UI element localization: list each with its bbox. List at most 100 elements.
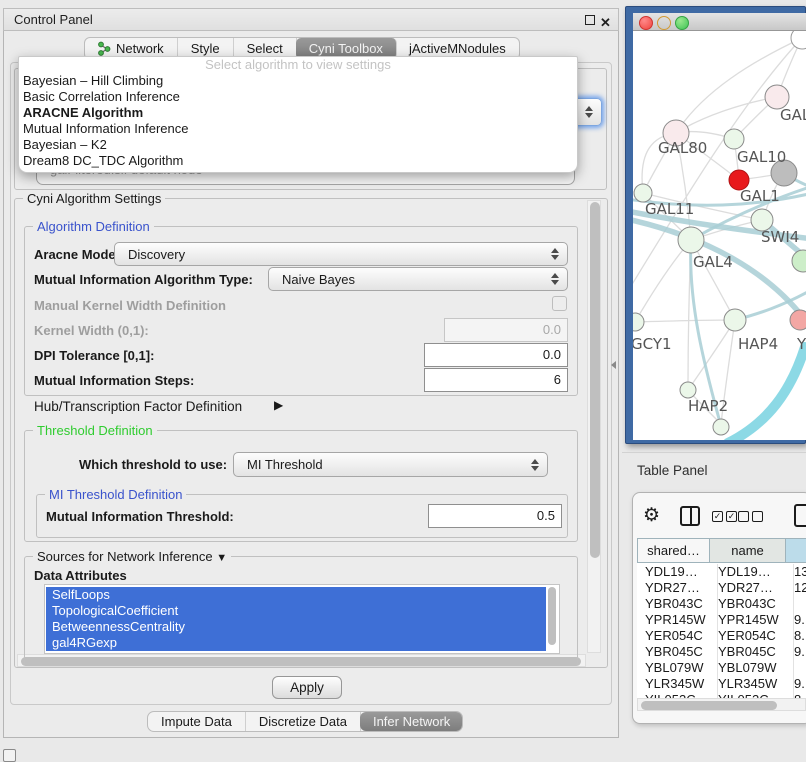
gear-icon[interactable]: ⚙ [643,504,660,527]
list-item-topologicalcoefficient[interactable]: TopologicalCoefficient [46,603,546,619]
mi-steps-field[interactable]: 6 [424,368,568,392]
aracne-mode-combobox[interactable]: Discovery [114,242,568,266]
tab-infer-network[interactable]: Infer Network [360,712,463,731]
hub-expand-icon[interactable]: ▶ [274,398,283,412]
dropdown-item-bayesian-k2[interactable]: Bayesian – K2 [19,137,577,153]
node-hap2[interactable] [680,382,696,398]
node-label-gal11: GAL11 [645,200,694,218]
kernel-width-field[interactable]: 0.0 [444,318,568,342]
table-panel-title: Table Panel [637,463,708,478]
node-top-partial[interactable] [791,31,806,49]
cell-name: YDL19… [710,564,794,580]
bottom-tabs: Impute Data Discretize Data Infer Networ… [147,711,463,732]
dropdown-item-aracne[interactable]: ARACNE Algorithm [19,105,577,121]
tab-discretize-data[interactable]: Discretize Data [246,712,361,731]
settings-vertical-scrollbar-thumb[interactable] [590,202,600,558]
table-row[interactable]: YBR043C YBR043C [637,596,806,612]
list-scrollbar-thumb[interactable] [548,587,556,645]
dropdown-item-mutual-information[interactable]: Mutual Information Inference [19,121,577,137]
apply-button[interactable]: Apply [272,676,342,699]
mi-algorithm-type-combobox[interactable]: Naive Bayes [268,267,568,291]
kernel-width-label: Kernel Width (0,1): [34,323,149,338]
sources-collapse-icon[interactable]: ▼ [216,552,227,564]
table-row[interactable]: YPR145W YPR145W 9. [637,612,806,628]
new-table-icon[interactable] [794,504,806,527]
cell-value: 9. [786,612,806,628]
network-window-titlebar[interactable] [633,13,806,31]
table-horizontal-scrollbar[interactable] [637,698,806,711]
data-attributes-label: Data Attributes [34,568,127,583]
zoom-window-icon[interactable] [675,16,689,30]
tab-impute-data[interactable]: Impute Data [148,712,246,731]
hub-definition-label[interactable]: Hub/Transcription Factor Definition [34,399,242,414]
table-row[interactable]: YLR345W YLR345W 9. [637,676,806,692]
cell-value [786,660,806,676]
settings-vertical-scrollbar[interactable] [587,200,601,653]
table-row[interactable]: YDR27… YDR27… 12 [637,580,806,596]
dropdown-item-basic-correlation[interactable]: Basic Correlation Inference [19,89,577,105]
node-label-gal1: GAL1 [740,187,780,205]
table-row[interactable]: YDL19… YDL19… 13 [637,564,806,580]
table-row[interactable]: YBR045C YBR045C 9. [637,644,806,660]
cell-shared-name: YPR145W [637,612,718,628]
select-all-checkboxes-icon[interactable]: ✓✓ [712,511,737,522]
node-label-gal10: GAL10 [737,148,786,166]
node-right-partial[interactable] [792,250,806,272]
combo-stepper-icon [550,273,559,285]
columns-icon[interactable] [680,506,700,526]
dpi-tolerance-field[interactable]: 0.0 [424,343,568,367]
network-edge-cyan [728,347,805,440]
node-gcy1[interactable] [633,313,644,331]
table-body: YDL19… YDL19… 13 YDR27… YDR27… 12 YBR043… [637,563,806,698]
column-header-name[interactable]: name [710,538,786,563]
node-gal10[interactable] [724,129,744,149]
cell-value: 12 [786,580,806,596]
minimized-panel-icon[interactable] [3,749,16,762]
deselect-all-checkboxes-icon[interactable] [738,511,763,522]
network-canvas[interactable]: GAL GAL80 GAL10 GAL1 GAL11 SWI4 GAL4 GCY… [633,31,806,440]
list-item-betweennesscentrality[interactable]: BetweennessCentrality [46,619,546,635]
which-threshold-combobox[interactable]: MI Threshold [233,452,548,477]
list-item-gal4rgexp[interactable]: gal4RGexp [46,635,546,651]
list-item-selfloops[interactable]: SelfLoops [46,587,546,603]
close-window-icon[interactable] [639,16,653,30]
node-label-y-partial: Y [796,335,806,353]
mi-threshold-field[interactable]: 0.5 [428,504,562,528]
network-graph: GAL GAL80 GAL10 GAL1 GAL11 SWI4 GAL4 GCY… [633,31,806,440]
combo-stepper-icon [550,248,559,260]
which-threshold-label: Which threshold to use: [79,457,227,472]
cell-name: YDR27… [710,580,794,596]
dropdown-item-dream8[interactable]: Dream8 DC_TDC Algorithm [19,153,577,169]
cell-value [786,596,806,612]
tab-discretize-data-label: Discretize Data [259,714,347,729]
dpi-tolerance-label: DPI Tolerance [0,1]: [34,348,154,363]
aracne-mode-label: Aracne Mode: [34,247,120,262]
dropdown-hint: Select algorithm to view settings [19,57,577,73]
sources-group-title: Sources for Network Inference ▼ [33,549,231,564]
minimize-window-icon[interactable] [657,16,671,30]
cell-name: YPR145W [710,612,794,628]
node-salmon[interactable] [790,310,806,330]
table-panel-divider [622,452,806,453]
threshold-definition-title: Threshold Definition [33,423,157,438]
splitpane-collapse-icon[interactable] [611,361,616,369]
float-panel-icon[interactable] [585,15,595,25]
dropdown-item-bayesian-hill-climbing[interactable]: Bayesian – Hill Climbing [19,73,577,89]
node-bottom-partial[interactable] [713,419,729,435]
close-panel-icon[interactable]: ✕ [600,12,611,34]
cell-shared-name: YBL079W [637,660,718,676]
column-header-shared-name[interactable]: shared… [637,538,710,563]
cell-name: YBR043C [710,596,794,612]
tab-network-label: Network [116,41,164,56]
node-label-gcy1: GCY1 [633,335,672,353]
algorithm-dropdown-popup: Select algorithm to view settings Bayesi… [18,56,578,173]
node-hap4[interactable] [724,309,746,331]
column-header-partial[interactable] [786,538,806,563]
cell-shared-name: YBR045C [637,644,718,660]
manual-kernel-width-checkbox[interactable] [552,296,567,311]
tab-cyni-toolbox-label: Cyni Toolbox [309,41,383,56]
table-row[interactable]: YER054C YER054C 8. [637,628,806,644]
table-row[interactable]: YBL079W YBL079W [637,660,806,676]
node-gal4[interactable] [678,227,704,253]
table-horizontal-scrollbar-thumb[interactable] [641,701,777,710]
